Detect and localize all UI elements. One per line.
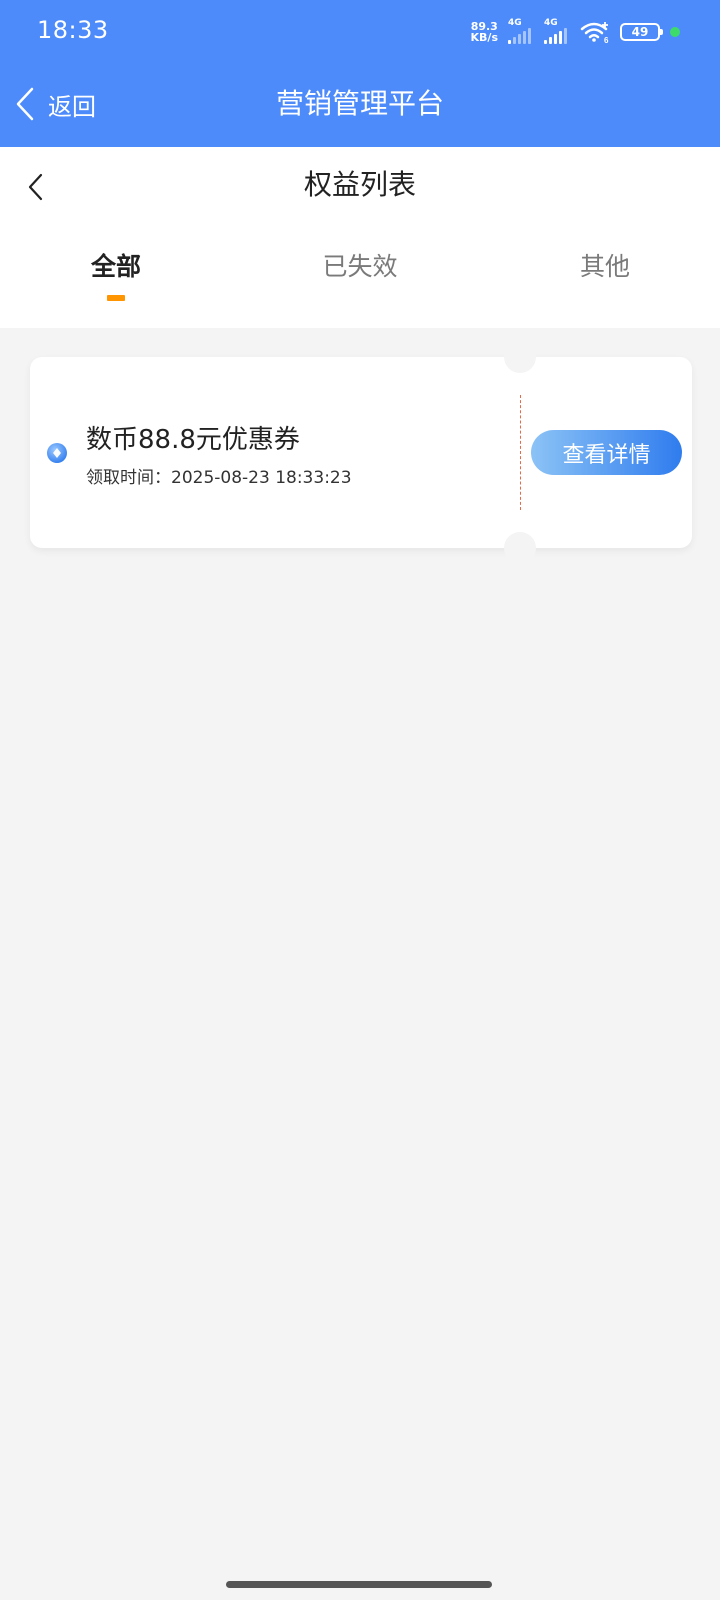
sim1-type: 4G xyxy=(508,18,522,28)
tab-all[interactable]: 全部 xyxy=(56,247,176,307)
privacy-indicator-dot xyxy=(670,27,680,37)
home-indicator[interactable] xyxy=(226,1581,492,1588)
coupon-name: 数币88.8元优惠券 xyxy=(86,425,300,455)
tab-label: 其他 xyxy=(579,252,630,281)
tab-label: 全部 xyxy=(90,252,141,281)
tab-bar: 全部 已失效 其他 xyxy=(0,247,720,307)
status-time: 18:33 xyxy=(37,16,109,44)
network-speed-unit: KB/s xyxy=(470,31,498,44)
coupon-received-time: 领取时间：2025-08-23 18:33:23 xyxy=(86,468,352,488)
top-bar: 18:33 89.3 KB/s 4G 4G 6 49 返回 营销管理平台 xyxy=(0,0,720,147)
tab-expired[interactable]: 已失效 xyxy=(300,247,420,307)
signal-icon-sim1: 4G xyxy=(508,18,534,44)
active-tab-indicator xyxy=(107,295,125,301)
tab-label: 已失效 xyxy=(322,252,398,281)
tab-other[interactable]: 其他 xyxy=(545,247,665,307)
network-speed: 89.3 KB/s xyxy=(471,21,498,43)
card-notch xyxy=(504,341,536,373)
signal-icon-sim2: 4G xyxy=(544,18,570,44)
sim2-type: 4G xyxy=(544,18,558,28)
view-details-button[interactable]: 查看详情 xyxy=(531,430,682,475)
app-title: 营销管理平台 xyxy=(275,87,444,120)
page-title: 权益列表 xyxy=(303,168,416,201)
card-divider xyxy=(520,395,521,510)
coupon-icon xyxy=(47,443,67,463)
wifi-icon: 6 xyxy=(580,22,609,44)
wifi-badge: 6 xyxy=(604,36,609,44)
status-icons: 89.3 KB/s 4G 4G 6 49 xyxy=(471,14,680,50)
page-header: 权益列表 全部 已失效 其他 xyxy=(0,147,720,328)
battery-icon: 49 xyxy=(620,23,663,41)
card-notch xyxy=(504,532,536,564)
coupon-card: 数币88.8元优惠券 领取时间：2025-08-23 18:33:23 查看详情 xyxy=(30,341,692,564)
